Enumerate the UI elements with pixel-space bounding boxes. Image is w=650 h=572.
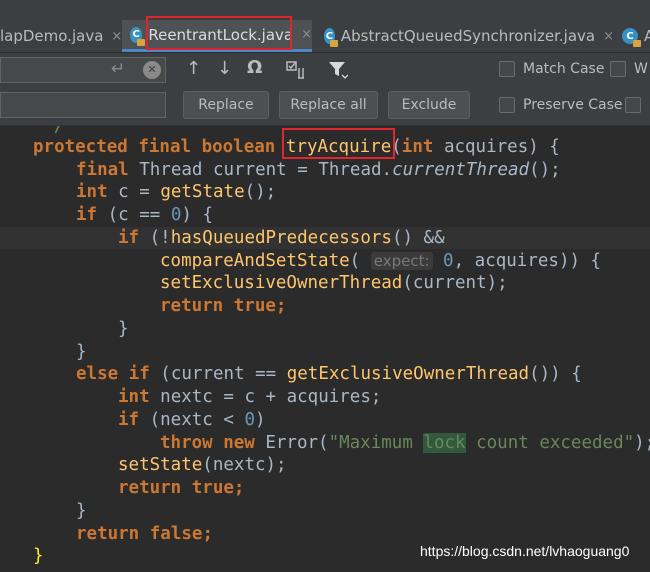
close-icon[interactable]: × xyxy=(603,29,614,44)
tab-label: Al xyxy=(644,27,650,45)
replace-button[interactable]: Replace xyxy=(183,91,269,119)
match-case-label: Match Case xyxy=(523,61,605,77)
watermark: https://blog.csdn.net/lvhaoguang0 xyxy=(420,543,630,559)
code-line: } xyxy=(76,342,87,362)
code-line: if (!hasQueuedPredecessors() && xyxy=(118,228,445,248)
code-line: throw new Error("Maximum lock count exce… xyxy=(160,433,650,453)
tab-abstractqueuedsynchronizer[interactable]: C AbstractQueuedSynchronizer.java × xyxy=(318,20,614,52)
search-input[interactable]: ↵ ✕ xyxy=(0,57,166,83)
code-line: final Thread current = Thread.currentThr… xyxy=(76,160,561,180)
tab-overflow[interactable]: C Al xyxy=(618,20,650,52)
code-line: int nextc = c + acquires; xyxy=(118,387,382,407)
replace-input[interactable] xyxy=(0,92,166,118)
enter-icon: ↵ xyxy=(111,59,126,79)
tab-label: AbstractQueuedSynchronizer.java xyxy=(340,27,596,45)
code-line: return true; xyxy=(118,478,245,498)
code-editor[interactable]: */ protected final boolean tryAcquire(in… xyxy=(0,126,650,572)
search-match-highlight: lock xyxy=(423,433,466,453)
preserve-case-label: Preserve Case xyxy=(523,97,623,113)
find-all-occurrences-icon[interactable]: Ω xyxy=(247,57,262,78)
preserve-case-checkbox[interactable] xyxy=(499,97,515,113)
code-line: } xyxy=(76,501,87,521)
exclude-button[interactable]: Exclude xyxy=(388,91,470,119)
code-line: else if (current == getExclusiveOwnerThr… xyxy=(76,364,582,384)
next-occurrence-icon[interactable]: ↓ xyxy=(217,58,232,79)
filter-icon[interactable] xyxy=(328,60,348,80)
code-line: return false; xyxy=(76,524,213,544)
replace-all-button[interactable]: Replace all xyxy=(279,91,378,119)
highlight-box-tab xyxy=(146,16,292,50)
tab-label: lapDemo.java xyxy=(0,27,104,45)
code-line: if (c == 0) { xyxy=(76,205,213,225)
code-line: setExclusiveOwnerThread(current); xyxy=(160,273,508,293)
extra-option-checkbox[interactable] xyxy=(625,97,641,113)
words-label: W xyxy=(634,61,648,77)
parameter-hint: expect: xyxy=(370,252,433,270)
close-icon[interactable]: × xyxy=(111,29,122,44)
code-line: setState(nextc); xyxy=(118,455,287,475)
code-line: } xyxy=(33,546,44,566)
editor-tab-bar: lapDemo.java × C ReentrantLock.java × C … xyxy=(0,0,650,53)
highlight-box-method xyxy=(282,128,395,159)
clear-search-icon[interactable]: ✕ xyxy=(143,61,161,79)
tab-lapdemo[interactable]: lapDemo.java × xyxy=(0,20,122,52)
code-line: int c = getState(); xyxy=(76,182,277,202)
class-icon: C xyxy=(622,28,641,47)
words-checkbox[interactable] xyxy=(610,61,626,77)
code-line: } xyxy=(118,319,129,339)
match-case-checkbox[interactable] xyxy=(499,61,515,77)
select-all-occurrences-icon[interactable] xyxy=(286,60,308,80)
close-icon[interactable]: × xyxy=(301,27,312,42)
class-icon: C xyxy=(324,28,338,47)
previous-occurrence-icon[interactable]: ↑ xyxy=(186,58,201,79)
code-line: return true; xyxy=(160,296,287,316)
code-line: if (nextc < 0) xyxy=(118,410,266,430)
code-line: compareAndSetState( expect: 0, acquires)… xyxy=(160,251,602,271)
class-icon: C xyxy=(130,26,146,46)
